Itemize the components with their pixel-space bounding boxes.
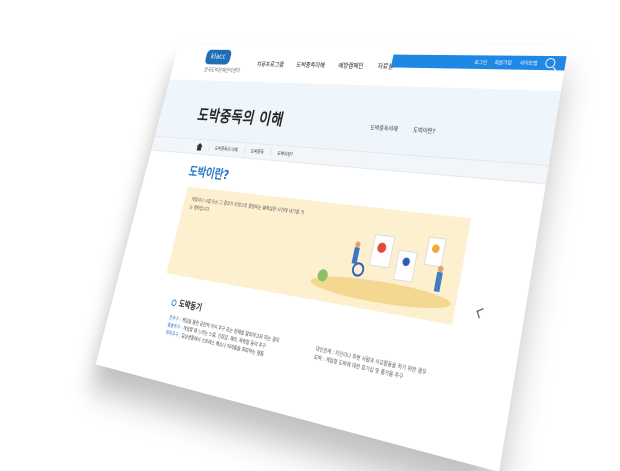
definition-banner: 게임이나 시합 또는 그 결과가 우연으로 결정되는 불확실한 사건에 내기를 …	[167, 187, 472, 325]
breadcrumb-item[interactable]: 도박이란?	[270, 149, 293, 157]
nav-item-prevention[interactable]: 예방캠페인	[337, 61, 364, 70]
browser-screenshot: klacc 한국도박문제관리센터 치유프로그램 도박중독이해 예방캠페인 자료실…	[96, 45, 569, 471]
motivation-title: 도박동기	[170, 295, 203, 313]
gear-icon	[352, 263, 365, 277]
breadcrumb-item[interactable]: 도박중독의 이해	[208, 145, 238, 153]
scene: klacc 한국도박문제관리센터 치유프로그램 도박중독이해 예방캠페인 자료실…	[0, 0, 620, 471]
subnav-item[interactable]: 도박중독이해	[369, 123, 398, 133]
definition-text: 게임이나 시합 또는 그 결과가 우연으로 결정되는 불확실한 사건에 내기를 …	[188, 196, 305, 227]
motivation-list-right: 대인관계 : 지인이나 주변 사람과 사교활동을 하기 위한 경우 도박 : 게…	[313, 345, 452, 392]
breadcrumb-item[interactable]: 도박중독	[244, 147, 265, 155]
search-icon[interactable]	[545, 58, 557, 68]
nav-item-understanding[interactable]: 도박중독이해	[295, 61, 325, 70]
cursor-icon	[477, 308, 486, 318]
klacc-logo[interactable]: klacc	[204, 50, 232, 65]
logo-subtitle: 한국도박문제관리센터	[203, 67, 251, 76]
person-icon	[434, 272, 443, 292]
person-icon	[355, 241, 361, 248]
subnav-item[interactable]: 도박이란?	[412, 125, 436, 135]
motivation-list: 돈추구 : 게임을 통한 금전적 이익 추구 또는 현재를 탈피하고자 하는 경…	[165, 314, 302, 367]
util-join[interactable]: 회원가입	[494, 59, 513, 66]
person-icon	[352, 247, 360, 264]
ground-shape	[309, 271, 453, 315]
util-login[interactable]: 로그인	[474, 59, 488, 66]
hero-subnav: 도박중독이해 도박이란?	[369, 123, 436, 135]
card-shape	[394, 250, 418, 282]
gambling-illustration	[304, 210, 465, 319]
home-icon[interactable]	[196, 143, 204, 151]
nav-item-program[interactable]: 치유프로그램	[256, 60, 285, 69]
page-title: 도박중독의 이해	[195, 103, 286, 130]
util-sitemap[interactable]: 사이트맵	[519, 59, 538, 66]
section-title: 도박이란?	[187, 163, 231, 184]
